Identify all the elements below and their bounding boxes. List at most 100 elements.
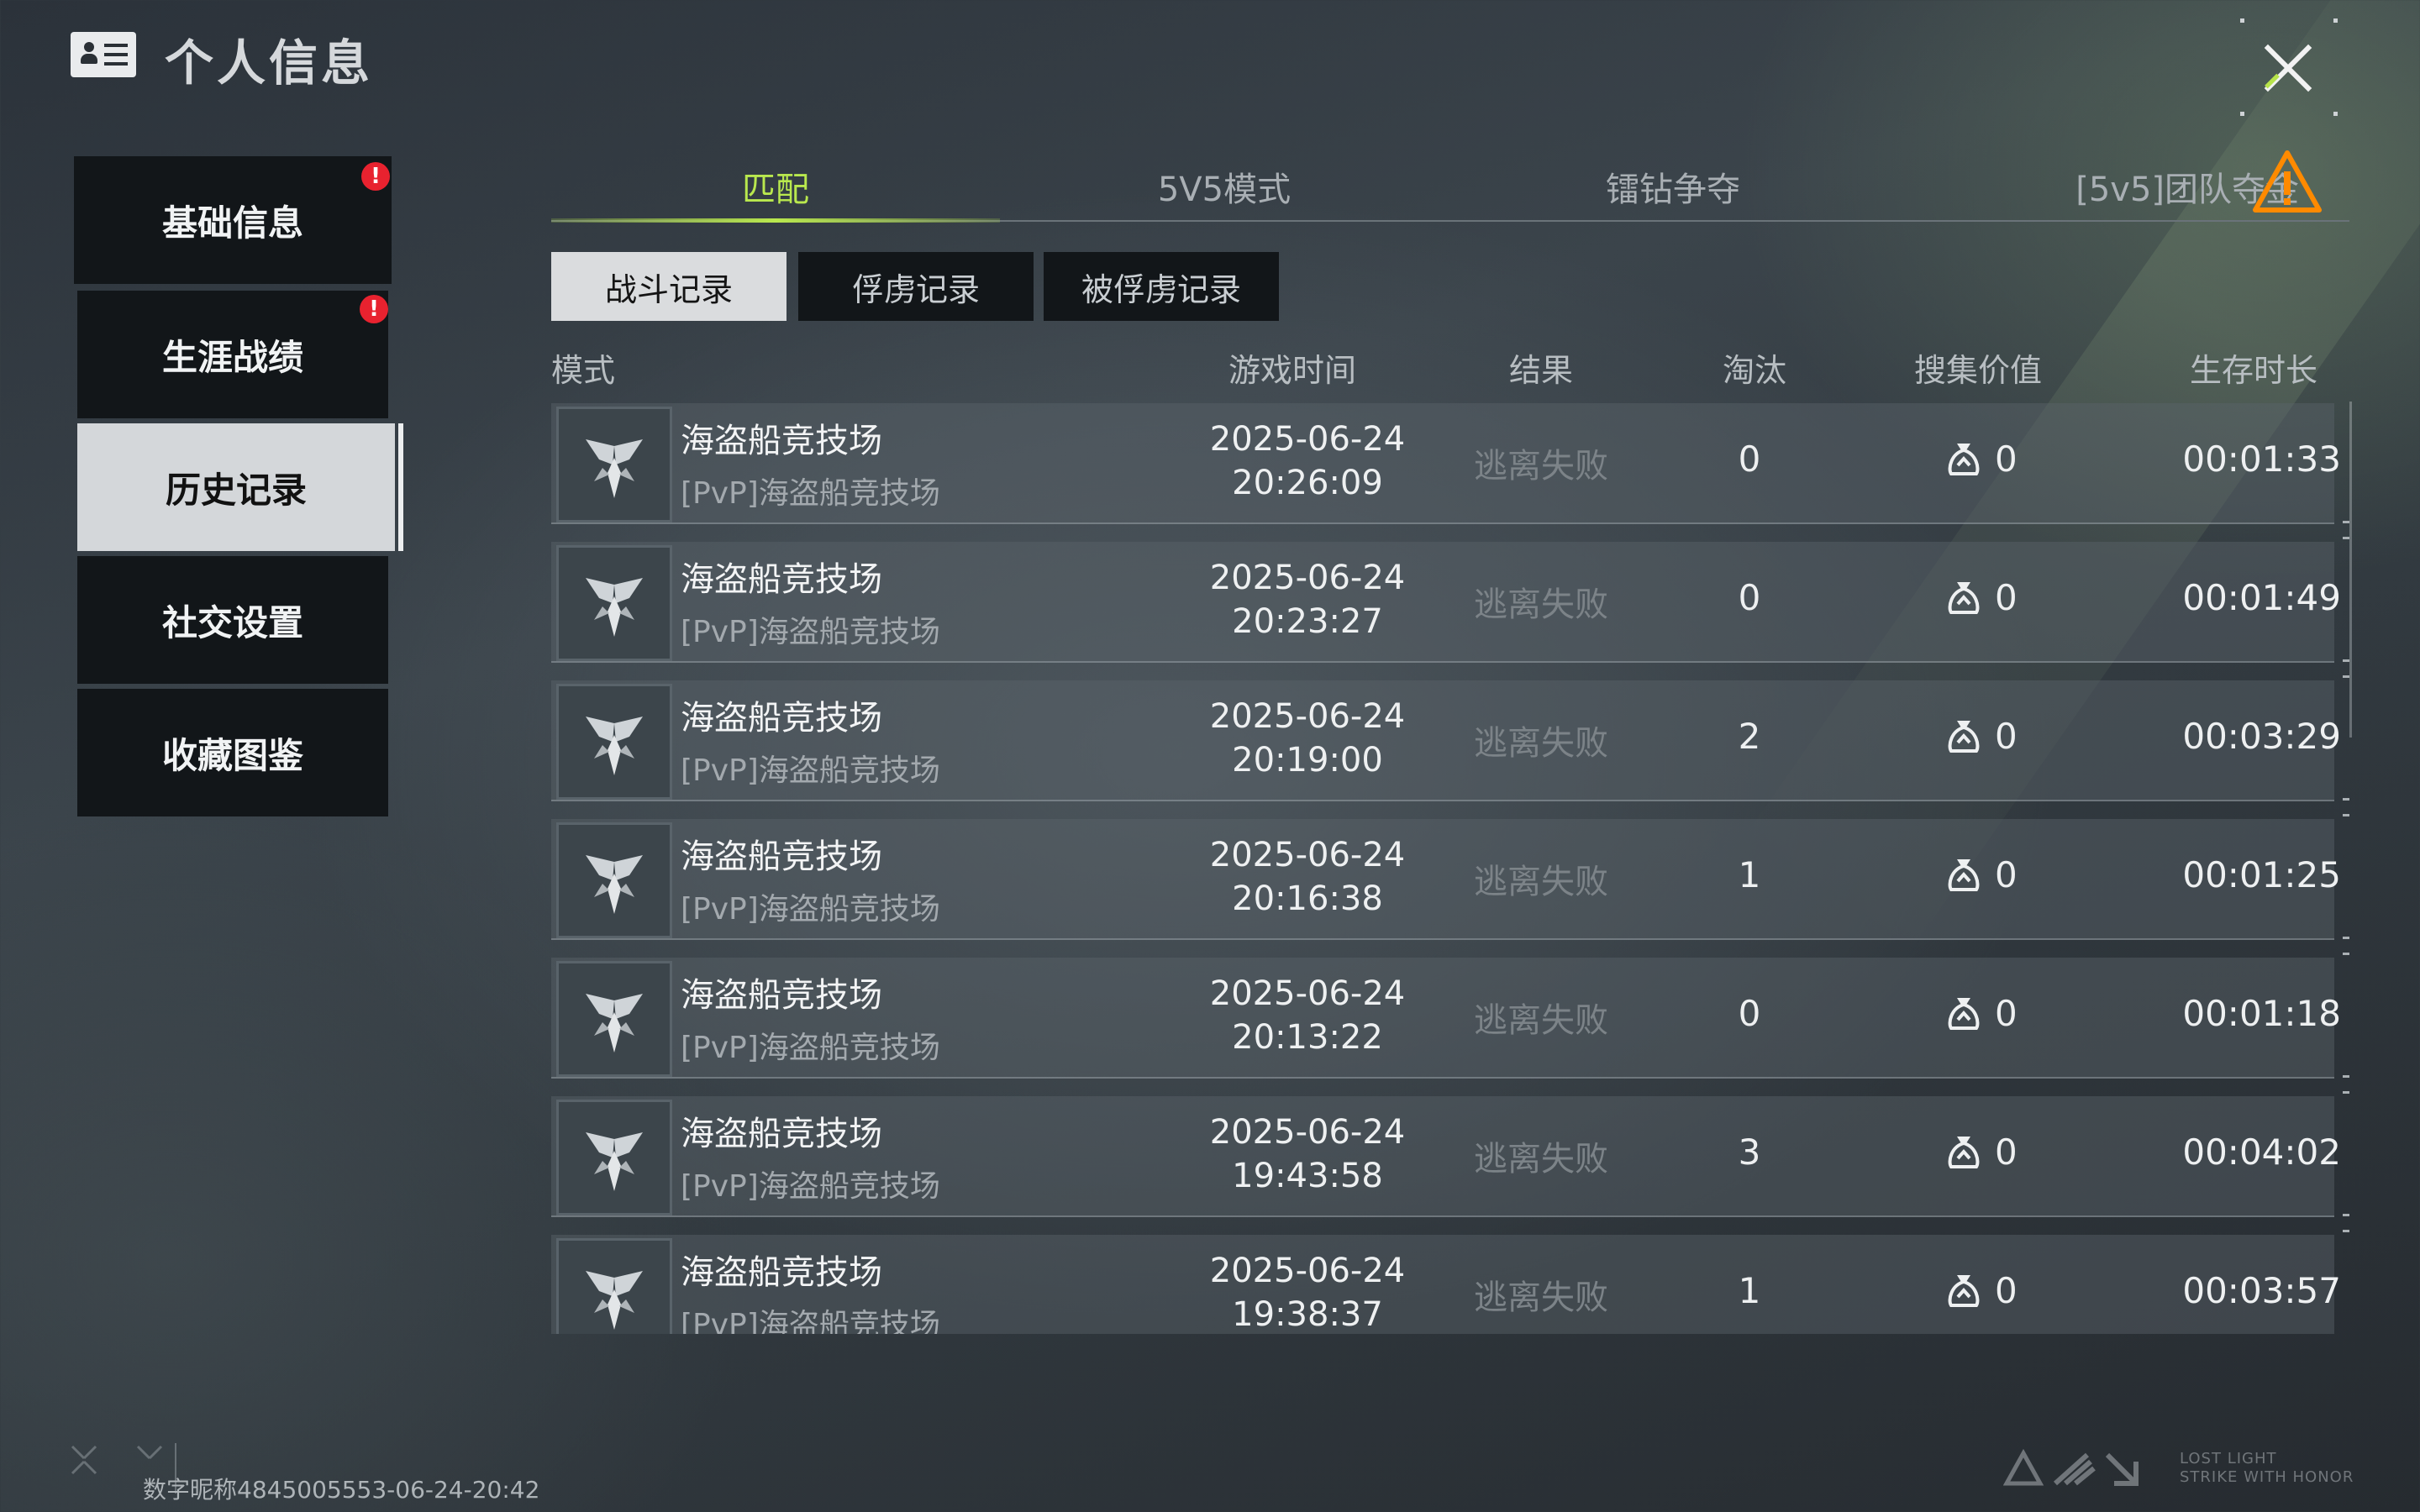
- map-thumbnail: [556, 545, 672, 661]
- sidebar-item-career[interactable]: 生涯战绩: [77, 291, 388, 418]
- subtab-battle-record[interactable]: 战斗记录: [551, 252, 786, 321]
- game-date: 2025-06-24: [1209, 1252, 1406, 1290]
- scrollbar[interactable]: [2349, 402, 2352, 738]
- tab-5v5[interactable]: 5V5模式: [1000, 151, 1449, 222]
- game-time: 20:23:27: [1232, 602, 1383, 641]
- sidebar-item-basic-info[interactable]: 基础信息: [74, 156, 392, 284]
- result-text: 逃离失败: [1474, 1278, 1608, 1317]
- column-header-value: 搜集价值: [1914, 352, 2043, 389]
- value-bag-icon: [1948, 581, 1980, 614]
- map-name: 海盗船竞技场: [681, 699, 882, 738]
- mode-name: [PvP]海盗船竞技场: [681, 615, 940, 649]
- game-date: 2025-06-24: [1209, 697, 1406, 736]
- elimination-count: 1: [1738, 854, 1761, 895]
- record-list[interactable]: 海盗船竞技场 [PvP]海盗船竞技场 2025-06-24 20:26:09 逃…: [0, 403, 2420, 1334]
- value-bag-icon: [1948, 1274, 1980, 1307]
- result-text: 逃离失败: [1474, 724, 1608, 763]
- map-name: 海盗船竞技场: [681, 976, 882, 1015]
- column-header-game-time: 游戏时间: [1228, 352, 1357, 389]
- collection-value: 0: [1946, 1131, 2018, 1173]
- map-name: 海盗船竞技场: [681, 422, 882, 460]
- result-text: 逃离失败: [1474, 585, 1608, 624]
- wings-emblem-icon: [586, 994, 643, 1053]
- wings-emblem-icon: [586, 578, 643, 637]
- wings-emblem-icon: [586, 439, 643, 498]
- value-number: 0: [1995, 993, 2018, 1034]
- value-bag-icon: [1948, 858, 1980, 891]
- warning-icon: [2253, 150, 2322, 213]
- tab-radium-contest[interactable]: 镭钻争夺: [1449, 151, 1897, 222]
- tab-5v5-team-gold[interactable]: [5v5]团队夺金: [1980, 151, 2299, 222]
- result-text: 逃离失败: [1474, 1001, 1608, 1040]
- sidebar-item-label: 生涯战绩: [161, 336, 303, 378]
- mode-name: [PvP]海盗船竞技场: [681, 1169, 940, 1204]
- game-time: 19:43:58: [1232, 1157, 1383, 1195]
- table-row[interactable]: 海盗船竞技场 [PvP]海盗船竞技场 2025-06-24 20:26:09 逃…: [551, 403, 2349, 524]
- wings-emblem-icon: [586, 717, 643, 775]
- id-card-icon: [71, 32, 136, 77]
- column-header-mode: 模式: [551, 352, 616, 389]
- collection-value: 0: [1946, 577, 2018, 618]
- table-row[interactable]: 海盗船竞技场 [PvP]海盗船竞技场 2025-06-24 19:38:37 逃…: [551, 1230, 2349, 1334]
- collection-value: 0: [1946, 854, 2018, 895]
- mode-tabs: 匹配 5V5模式 镭钻争夺 [5v5]团队夺金: [551, 151, 2349, 223]
- table-row[interactable]: 海盗船竞技场 [PvP]海盗船竞技场 2025-06-24 20:16:38 逃…: [551, 814, 2349, 940]
- subtab-captive-record[interactable]: 俘虏记录: [798, 252, 1034, 321]
- close-button[interactable]: [2240, 18, 2338, 116]
- game-date: 2025-06-24: [1209, 836, 1406, 874]
- mode-name: [PvP]海盗船竞技场: [681, 1031, 940, 1065]
- column-header-survival: 生存时长: [2190, 352, 2318, 389]
- value-number: 0: [1995, 1270, 2018, 1311]
- game-time: 20:13:22: [1232, 1018, 1383, 1057]
- sidebar-item-label: 基础信息: [161, 202, 303, 244]
- logo-subtitle: STRIKE WITH HONOR: [2180, 1468, 2354, 1486]
- mode-name: [PvP]海盗船竞技场: [681, 1308, 940, 1334]
- map-name: 海盗船竞技场: [681, 837, 882, 876]
- player-id: 数字昵称4845005553-06-24-20:42: [143, 1476, 540, 1504]
- logo-title: LOST LIGHT: [2180, 1450, 2277, 1467]
- wings-emblem-icon: [586, 1132, 643, 1191]
- table-row[interactable]: 海盗船竞技场 [PvP]海盗船竞技场 2025-06-24 20:13:22 逃…: [551, 953, 2349, 1079]
- value-bag-icon: [1948, 720, 1980, 753]
- map-thumbnail: [556, 407, 672, 522]
- map-name: 海盗船竞技场: [681, 560, 882, 599]
- game-date: 2025-06-24: [1209, 974, 1406, 1013]
- map-thumbnail: [556, 961, 672, 1077]
- result-text: 逃离失败: [1474, 447, 1608, 486]
- survival-duration: 00:01:49: [2182, 577, 2341, 618]
- game-time: 20:26:09: [1232, 464, 1383, 502]
- map-name: 海盗船竞技场: [681, 1253, 882, 1292]
- game-date: 2025-06-24: [1209, 1113, 1406, 1152]
- survival-duration: 00:01:25: [2182, 854, 2341, 895]
- value-number: 0: [1995, 1131, 2018, 1173]
- game-time: 20:19:00: [1232, 741, 1383, 780]
- survival-duration: 00:01:18: [2182, 993, 2341, 1034]
- table-row[interactable]: 海盗船竞技场 [PvP]海盗船竞技场 2025-06-24 19:43:58 逃…: [551, 1091, 2349, 1217]
- page-title: 个人信息: [165, 34, 374, 92]
- elimination-count: 3: [1738, 1131, 1761, 1173]
- value-bag-icon: [1948, 1136, 1980, 1168]
- alert-badge-icon: !: [361, 162, 390, 191]
- tab-match[interactable]: 匹配: [551, 151, 1000, 222]
- logo-mark-icon: [2002, 1448, 2139, 1486]
- table-row[interactable]: 海盗船竞技场 [PvP]海盗船竞技场 2025-06-24 20:19:00 逃…: [551, 675, 2349, 801]
- elimination-count: 0: [1738, 438, 1761, 480]
- subtab-captured-record[interactable]: 被俘虏记录: [1044, 252, 1279, 321]
- table-row[interactable]: 海盗船竞技场 [PvP]海盗船竞技场 2025-06-24 20:23:27 逃…: [551, 537, 2349, 663]
- game-time: 20:16:38: [1232, 879, 1383, 918]
- mode-name: [PvP]海盗船竞技场: [681, 476, 940, 511]
- game-date: 2025-06-24: [1209, 420, 1406, 459]
- game-time: 19:38:37: [1232, 1295, 1383, 1334]
- value-number: 0: [1995, 716, 2018, 757]
- value-bag-icon: [1948, 997, 1980, 1030]
- survival-duration: 00:03:29: [2182, 716, 2341, 757]
- survival-duration: 00:03:57: [2182, 1270, 2341, 1311]
- result-text: 逃离失败: [1474, 1140, 1608, 1179]
- map-thumbnail: [556, 1100, 672, 1215]
- value-number: 0: [1995, 854, 2018, 895]
- value-number: 0: [1995, 577, 2018, 618]
- result-text: 逃离失败: [1474, 863, 1608, 901]
- game-date: 2025-06-24: [1209, 559, 1406, 597]
- map-thumbnail: [556, 1238, 672, 1334]
- wings-emblem-icon: [586, 855, 643, 914]
